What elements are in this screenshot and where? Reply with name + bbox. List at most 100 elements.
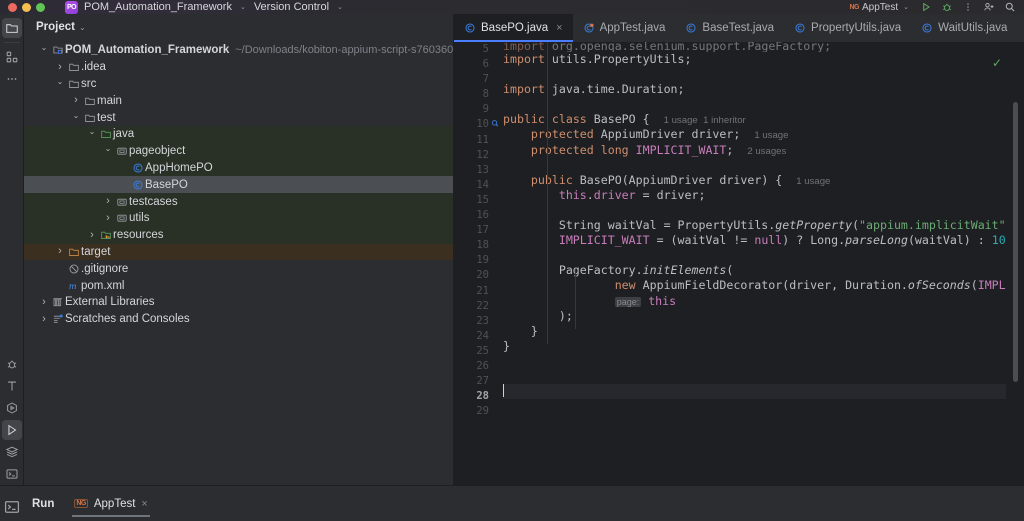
chevron-right-icon[interactable] bbox=[102, 196, 114, 207]
close-icon[interactable]: × bbox=[556, 22, 562, 34]
close-window-button[interactable] bbox=[8, 3, 17, 12]
code-line[interactable]: } bbox=[503, 339, 1006, 354]
run-tab-apptest[interactable]: NG AppTest × bbox=[72, 486, 150, 521]
terminal-icon[interactable] bbox=[3, 498, 21, 516]
window-controls[interactable] bbox=[8, 3, 45, 12]
gutter-line-number[interactable]: 15 bbox=[454, 193, 500, 208]
menu-version-control[interactable]: Version Control bbox=[254, 1, 329, 13]
code-line[interactable] bbox=[503, 158, 1006, 173]
gutter-line-number[interactable]: 23 bbox=[454, 314, 500, 329]
tree-node-basepo[interactable]: BasePO bbox=[24, 176, 454, 193]
inlay-usage-hint[interactable]: 1 usage 1 inheritor bbox=[664, 115, 746, 126]
code-line[interactable] bbox=[503, 67, 1006, 82]
chevron-down-icon-2[interactable]: ⌄ bbox=[337, 3, 343, 11]
gutter-line-number[interactable]: 24 bbox=[454, 329, 500, 344]
gutter-line-number[interactable]: 5 bbox=[454, 42, 500, 57]
tree-node-resources[interactable]: resources bbox=[24, 227, 454, 244]
gutter-line-number[interactable]: 22 bbox=[454, 299, 500, 314]
chevron-right-icon[interactable] bbox=[86, 230, 98, 241]
minimize-window-button[interactable] bbox=[22, 3, 31, 12]
class-usage-icon[interactable] bbox=[489, 118, 500, 129]
code-line[interactable]: IMPLICIT_WAIT = (waitVal != null) ? Long… bbox=[503, 233, 1006, 248]
code-line[interactable]: String waitVal = PropertyUtils.getProper… bbox=[503, 218, 1006, 233]
chevron-right-icon[interactable] bbox=[70, 95, 82, 106]
close-icon[interactable]: × bbox=[141, 498, 147, 510]
tree-node-main[interactable]: main bbox=[24, 92, 454, 109]
tree-node-pom-xml[interactable]: mpom.xml bbox=[24, 277, 454, 294]
code-line[interactable] bbox=[503, 97, 1006, 112]
inlay-usage-hint[interactable]: 1 usage bbox=[754, 130, 788, 141]
gutter-line-number[interactable]: 13 bbox=[454, 163, 500, 178]
chevron-right-icon[interactable] bbox=[38, 314, 50, 325]
more-vertical-icon[interactable] bbox=[962, 1, 974, 13]
gutter-line-number[interactable]: 25 bbox=[454, 344, 500, 359]
chevron-down-icon[interactable]: ⌄ bbox=[240, 3, 246, 11]
code-line[interactable] bbox=[503, 354, 1006, 369]
code-line[interactable]: this.driver = driver; bbox=[503, 188, 1006, 203]
code-line[interactable]: protected AppiumDriver driver; 1 usage bbox=[503, 127, 1006, 142]
chevron-right-icon[interactable] bbox=[54, 246, 66, 257]
tree-node-scratches-and-consoles[interactable]: Scratches and Consoles bbox=[24, 311, 454, 328]
code-line[interactable]: import utils.PropertyUtils; bbox=[503, 52, 1006, 67]
tree-node-pageobject[interactable]: pageobject bbox=[24, 143, 454, 160]
chevron-down-icon[interactable] bbox=[86, 130, 98, 138]
tree-node-pom-automation-framework[interactable]: POM_Automation_Framework~/Downloads/kobi… bbox=[24, 42, 454, 59]
project-name-label[interactable]: POM_Automation_Framework bbox=[84, 1, 232, 13]
code-line[interactable] bbox=[503, 248, 1006, 263]
gutter-line-number[interactable]: 6 bbox=[454, 57, 500, 72]
chevron-down-icon[interactable] bbox=[38, 46, 50, 54]
gutter-line-number[interactable]: 8 bbox=[454, 87, 500, 102]
inlay-usage-hint[interactable]: 2 usages bbox=[747, 146, 786, 157]
chevron-right-icon[interactable] bbox=[54, 62, 66, 73]
editor-tab-waitutils-java[interactable]: WaitUtils.java bbox=[911, 14, 1017, 42]
inspection-status-icon[interactable]: ✓ bbox=[992, 56, 1002, 70]
code-editor[interactable]: 5678910111213141516171819202122232425262… bbox=[454, 42, 1024, 485]
code-line[interactable]: ); bbox=[503, 309, 1006, 324]
gutter-line-number[interactable]: 10 bbox=[454, 117, 500, 132]
run-tool-window-button[interactable] bbox=[2, 420, 22, 440]
chevron-down-icon[interactable] bbox=[70, 114, 82, 122]
code-line[interactable]: new AppiumFieldDecorator(driver, Duratio… bbox=[503, 278, 1006, 293]
database-tool-window-button[interactable] bbox=[2, 442, 22, 462]
code-line[interactable]: import java.time.Duration; bbox=[503, 82, 1006, 97]
gutter-line-number[interactable]: 21 bbox=[454, 284, 500, 299]
gutter-line-number[interactable]: 27 bbox=[454, 374, 500, 389]
gutter-line-number[interactable]: 26 bbox=[454, 359, 500, 374]
editor-tab-propertyutils-java[interactable]: PropertyUtils.java bbox=[784, 14, 911, 42]
chevron-down-icon[interactable] bbox=[54, 80, 66, 88]
tree-node-utils[interactable]: utils bbox=[24, 210, 454, 227]
tree-node-apphomepo[interactable]: AppHomePO bbox=[24, 160, 454, 177]
inlay-usage-hint[interactable]: 1 usage bbox=[796, 176, 830, 187]
chevron-right-icon[interactable] bbox=[102, 213, 114, 224]
chevron-right-icon[interactable] bbox=[38, 297, 50, 308]
tree-node-gitignore[interactable]: .gitignore bbox=[24, 260, 454, 277]
code-line[interactable] bbox=[503, 203, 1006, 218]
gutter-line-number[interactable]: 28 bbox=[454, 389, 500, 404]
chevron-down-icon[interactable] bbox=[102, 147, 114, 155]
structure-tool-window-button[interactable] bbox=[2, 47, 22, 67]
gutter-line-number[interactable]: 20 bbox=[454, 268, 500, 283]
code-line[interactable] bbox=[503, 384, 1006, 399]
gutter-line-number[interactable]: 7 bbox=[454, 72, 500, 87]
terminal-tool-window-button[interactable] bbox=[2, 464, 22, 484]
chevron-down-icon[interactable]: ⌄ bbox=[79, 23, 86, 32]
tree-node-testcases[interactable]: testcases bbox=[24, 193, 454, 210]
code-line[interactable]: public class BasePO { 1 usage 1 inherito… bbox=[503, 112, 1006, 127]
editor-tab-basepo-java[interactable]: BasePO.java× bbox=[454, 14, 573, 42]
gutter-line-number[interactable]: 14 bbox=[454, 178, 500, 193]
gutter-line-number[interactable]: 18 bbox=[454, 238, 500, 253]
editor-tab-bar[interactable]: BasePO.java×AppTest.javaBaseTest.javaPro… bbox=[454, 14, 1024, 42]
gutter-line-number[interactable]: 12 bbox=[454, 148, 500, 163]
code-line[interactable]: import org.openqa.selenium.support.PageF… bbox=[503, 42, 1006, 52]
gutter-line-number[interactable]: 19 bbox=[454, 253, 500, 268]
tree-node-src[interactable]: src bbox=[24, 76, 454, 93]
gutter-line-number[interactable]: 17 bbox=[454, 223, 500, 238]
code-line[interactable] bbox=[503, 399, 1006, 414]
run-triangle-icon[interactable] bbox=[920, 1, 932, 13]
tree-node-test[interactable]: test bbox=[24, 109, 454, 126]
project-tool-window-button[interactable] bbox=[2, 18, 22, 38]
code-line[interactable] bbox=[503, 369, 1006, 384]
run-configuration-selector[interactable]: NG AppTest ⌄ bbox=[849, 2, 911, 13]
services-tool-window-button[interactable] bbox=[2, 398, 22, 418]
code-with-me-icon[interactable] bbox=[983, 1, 995, 13]
